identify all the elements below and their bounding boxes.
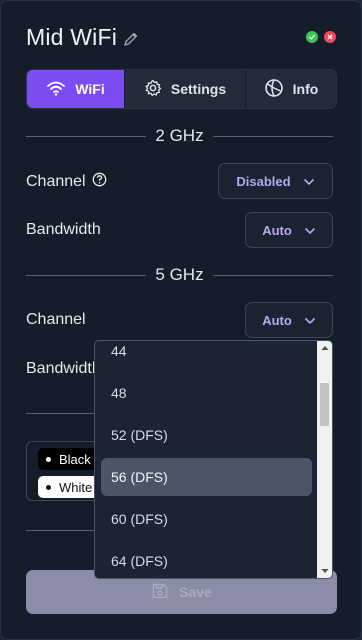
section-divider-2ghz: 2 GHz	[26, 126, 333, 146]
chevron-down-icon	[303, 174, 315, 189]
info-globe-icon	[264, 78, 284, 101]
tab-info[interactable]: Info	[246, 70, 336, 108]
divider-line	[26, 530, 96, 531]
channel-label-2ghz: Channel	[26, 172, 107, 192]
theme-chip-white-label: White	[59, 479, 93, 495]
theme-chip-black-label: Black	[59, 451, 91, 467]
wifi-icon	[46, 80, 66, 99]
wifi-settings-panel: Mid WiFi WiFi Settings Info 2 GHz Channe…	[0, 0, 362, 640]
dropdown-option[interactable]: 44	[101, 341, 312, 370]
bandwidth-select-2ghz[interactable]: Auto	[245, 212, 333, 248]
gear-icon	[144, 79, 162, 100]
scroll-thumb[interactable]	[320, 383, 329, 426]
channel-label-5ghz: Channel	[26, 311, 86, 328]
channel-select-5ghz[interactable]: Auto	[245, 302, 333, 338]
save-button-label: Save	[179, 584, 212, 600]
scroll-up-arrow-icon[interactable]	[317, 341, 332, 355]
tab-wifi-label: WiFi	[75, 81, 105, 97]
channel-select-2ghz[interactable]: Disabled	[218, 163, 333, 199]
dropdown-option[interactable]: 60 (DFS)	[101, 500, 312, 538]
tab-info-label: Info	[292, 81, 319, 97]
channel-select-5ghz-value: Auto	[262, 312, 292, 328]
bullet-icon	[46, 456, 51, 462]
x-circle-icon	[324, 31, 336, 43]
bandwidth-label-5ghz: Bandwidth	[26, 360, 101, 377]
section-heading-2ghz: 2 GHz	[155, 126, 204, 145]
dropdown-option[interactable]: 64 (DFS)	[101, 542, 312, 578]
bandwidth-select-2ghz-value: Auto	[262, 222, 292, 238]
dropdown-scrollbar[interactable]	[317, 341, 332, 578]
channel-dropdown-list[interactable]: 44 48 52 (DFS) 56 (DFS) 60 (DFS) 64 (DFS…	[94, 340, 333, 579]
tab-bar: WiFi Settings Info	[26, 69, 337, 109]
divider-line	[26, 413, 96, 414]
scroll-down-arrow-icon[interactable]	[317, 564, 332, 578]
check-circle-icon	[306, 31, 318, 43]
bandwidth-label-2ghz: Bandwidth	[26, 221, 101, 238]
divider-line	[26, 274, 147, 276]
tab-settings-label: Settings	[170, 81, 227, 97]
floppy-disk-icon	[151, 582, 169, 603]
section-heading-5ghz: 5 GHz	[155, 265, 204, 284]
tab-settings[interactable]: Settings	[125, 70, 246, 108]
question-circle-icon[interactable]	[92, 172, 107, 192]
divider-line	[212, 274, 333, 276]
chevron-down-icon	[304, 313, 316, 328]
bullet-icon	[46, 484, 51, 490]
divider-line	[212, 135, 333, 137]
channel-select-2ghz-value: Disabled	[236, 173, 291, 189]
pencil-icon[interactable]	[123, 31, 139, 47]
dropdown-option[interactable]: 52 (DFS)	[101, 416, 312, 454]
section-divider-5ghz: 5 GHz	[26, 265, 333, 285]
channel-label-text: Channel	[26, 173, 86, 190]
divider-line	[26, 135, 147, 137]
header: Mid WiFi	[26, 21, 336, 53]
dropdown-option-highlighted[interactable]: 56 (DFS)	[101, 458, 312, 496]
dropdown-option[interactable]: 48	[101, 374, 312, 412]
page-title: Mid WiFi	[26, 23, 118, 50]
tab-wifi[interactable]: WiFi	[27, 70, 125, 108]
status-indicators	[306, 31, 336, 43]
chevron-down-icon	[304, 223, 316, 238]
